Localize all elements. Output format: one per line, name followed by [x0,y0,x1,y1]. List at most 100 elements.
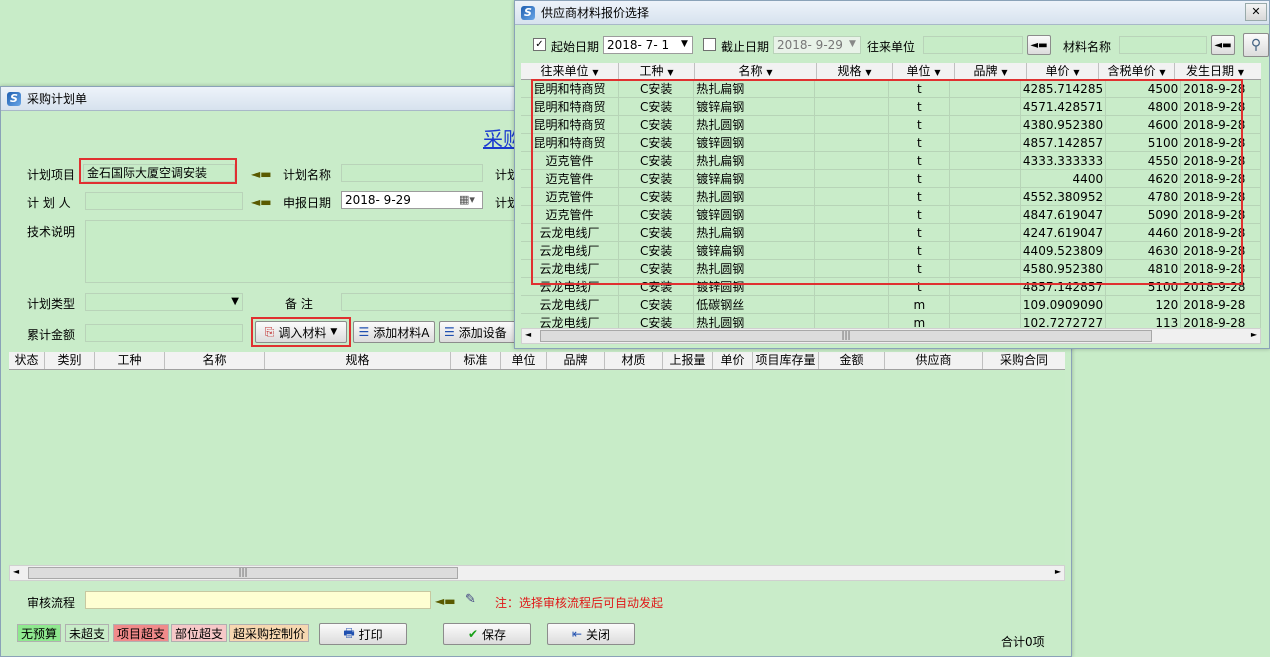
end-date-field[interactable]: 2018- 9-29 [773,36,861,54]
col-status[interactable]: 状态 [9,352,45,369]
table-row[interactable]: 昆明和特商贸 C安装 镀锌圆钢 t 4857.142857 5100 2018-9-28 [521,133,1261,152]
table-row[interactable]: 迈克管件 C安装 镀锌扁钢 t 4400 4620 2018-9-28 [521,169,1261,188]
close-button[interactable]: ⇤ 关闭 [547,623,635,645]
calendar-dropdown-icon[interactable]: ▦▾ [459,193,475,206]
col-name[interactable]: 名称 ▼ [695,63,817,79]
review-picker-icon[interactable]: ◄▬ [435,594,456,608]
project-label: 计划项目 [27,168,76,182]
table-cell [949,151,1021,170]
col-amount[interactable]: 金额 [819,352,885,369]
table-row[interactable]: 昆明和特商贸 C安装 热扎扁钢 t 4285.714285 4500 2018-9-28 [521,80,1261,98]
partner-field[interactable] [923,36,1023,54]
quote-scroll-thumb[interactable]: ||| [540,330,1152,342]
col-partner[interactable]: 往来单位 ▼ [521,63,619,79]
start-date-field[interactable]: 2018- 7- 1 [603,36,693,54]
end-date-label: 截止日期 [721,40,770,54]
col-brand[interactable]: 品牌 ▼ [955,63,1027,79]
add-material-button[interactable]: ☰ 添加材料A [353,321,435,343]
table-row[interactable]: 迈克管件 C安装 热扎圆钢 t 4552.380952 4780 2018-9-28 [521,187,1261,206]
col-stock[interactable]: 项目库存量 [753,352,819,369]
table-cell [814,187,890,206]
window-close-button[interactable]: ✕ [1245,3,1267,21]
table-row[interactable]: 云龙电线厂 C安装 热扎圆钢 m 102.7272727 113 2018-9-28 [521,313,1261,328]
table-cell [814,151,890,170]
col-trade[interactable]: 工种 [95,352,165,369]
add-device-label: 添加设备 [458,325,507,340]
col-supplier[interactable]: 供应商 [885,352,983,369]
material-picker-button[interactable]: ◄▬ [1211,35,1235,55]
tech-desc-textarea[interactable] [85,220,515,283]
import-doc-icon: ⎘ [264,324,275,339]
table-cell: 4552.380952 [1020,187,1107,206]
chevron-down-icon[interactable]: ▼ [849,39,856,49]
table-row[interactable]: 云龙电线厂 C安装 镀锌圆钢 t 4857.142857 5100 2018-9-28 [521,277,1261,296]
plan-grid-body[interactable] [9,371,1065,565]
col-tax-price[interactable]: 含税单价 ▼ [1099,63,1175,79]
planner-picker-icon[interactable]: ◄▬ [251,195,272,209]
remark-field[interactable] [341,293,515,311]
scroll-right-icon[interactable]: ► [1251,330,1257,339]
col-date[interactable]: 发生日期 ▼ [1175,63,1255,79]
quote-grid-scrollbar[interactable]: ◄ ||| ► [521,328,1261,344]
scroll-left-icon[interactable]: ◄ [525,330,531,339]
table-cell [814,169,890,188]
table-row[interactable]: 迈克管件 C安装 热扎扁钢 t 4333.333333 4550 2018-9-28 [521,151,1261,170]
table-row[interactable]: 云龙电线厂 C安装 低碳钢丝 m 109.0909090 120 2018-9-28 [521,295,1261,314]
col-price[interactable]: 单价 ▼ [1027,63,1099,79]
print-button[interactable]: 🖶 打印 [319,623,407,645]
table-row[interactable]: 昆明和特商贸 C安装 热扎圆钢 t 4380.952380 4600 2018-9-28 [521,115,1261,134]
plan-type-select[interactable]: ▼ [85,293,243,311]
plan-name-field[interactable] [341,164,483,182]
scroll-right-icon[interactable]: ► [1055,567,1061,576]
table-cell: 迈克管件 [521,187,620,206]
table-cell: 4780 [1105,187,1182,206]
col-price[interactable]: 单价 [713,352,753,369]
table-cell: m [888,313,951,328]
import-material-button[interactable]: ⎘ 调入材料 ▼ [255,321,347,343]
table-cell: t [888,97,951,116]
col-unit[interactable]: 单位 [501,352,547,369]
col-standard[interactable]: 标准 [451,352,501,369]
table-row[interactable]: 云龙电线厂 C安装 镀锌扁钢 t 4409.523809 4630 2018-9-28 [521,241,1261,260]
table-cell: 2018-9-28 [1180,80,1261,98]
review-field[interactable] [85,591,431,609]
save-button[interactable]: ✔ 保存 [443,623,531,645]
quote-window-titlebar[interactable]: S 供应商材料报价选择 [515,1,1269,25]
add-device-button[interactable]: ☰ 添加设备 [439,321,517,343]
search-button[interactable]: ⚲ [1243,33,1269,57]
col-unit[interactable]: 单位 ▼ [893,63,955,79]
app-logo-icon: S [7,91,21,106]
material-field[interactable] [1119,36,1207,54]
table-cell: 120 [1105,295,1182,314]
col-report-qty[interactable]: 上报量 [663,352,713,369]
plan-grid-scrollbar[interactable]: ◄ ||| ► [9,565,1065,581]
col-spec[interactable]: 规格 ▼ [817,63,893,79]
col-contract[interactable]: 采购合同 [983,352,1065,369]
table-row[interactable]: 迈克管件 C安装 镀锌圆钢 t 4847.619047 5090 2018-9-28 [521,205,1261,224]
chevron-down-icon: ▼ [667,68,674,77]
col-category[interactable]: 类别 [45,352,95,369]
col-spec[interactable]: 规格 [265,352,451,369]
col-name[interactable]: 名称 [165,352,265,369]
table-row[interactable]: 昆明和特商贸 C安装 镀锌扁钢 t 4571.428571 4800 2018-9-28 [521,97,1261,116]
col-material[interactable]: 材质 [605,352,663,369]
col-trade[interactable]: 工种 ▼ [619,63,695,79]
project-field[interactable]: 金石国际大厦空调安装 [83,164,235,182]
scroll-left-icon[interactable]: ◄ [13,567,19,576]
quote-table[interactable]: 昆明和特商贸 C安装 热扎扁钢 t 4285.714285 4500 2018-9-28 昆明… [521,80,1261,328]
end-date-checkbox[interactable] [703,38,716,51]
col-brand[interactable]: 品牌 [547,352,605,369]
start-date-checkbox[interactable]: ✓ [533,38,546,51]
edit-pen-icon[interactable]: ✎ [465,592,476,607]
quote-grid-body[interactable]: 昆明和特商贸 C安装 热扎扁钢 t 4285.714285 4500 2018-9-28 昆明… [521,80,1261,328]
planner-field[interactable] [85,192,243,210]
table-row[interactable]: 云龙电线厂 C安装 热扎扁钢 t 4247.619047 4460 2018-9-28 [521,223,1261,242]
partner-picker-button[interactable]: ◄▬ [1027,35,1051,55]
project-picker-icon[interactable]: ◄▬ [251,167,272,181]
table-cell: 云龙电线厂 [521,241,620,260]
plan-scroll-thumb[interactable]: ||| [28,567,458,579]
table-cell [949,205,1021,224]
table-cell: C安装 [618,241,695,260]
table-row[interactable]: 云龙电线厂 C安装 热扎圆钢 t 4580.952380 4810 2018-9-28 [521,259,1261,278]
chevron-down-icon[interactable]: ▼ [681,39,688,49]
